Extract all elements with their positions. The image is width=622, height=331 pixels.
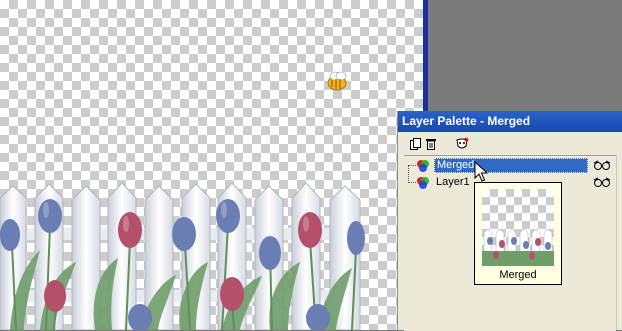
delete-layer-button[interactable] [423, 136, 439, 152]
visibility-toggle-icon[interactable] [593, 160, 611, 172]
layer-name: Merged [434, 158, 588, 173]
new-layer-button[interactable] [408, 136, 424, 152]
mouse-pointer-icon [474, 161, 488, 182]
mask-icon [456, 137, 469, 149]
raster-layer-icon [417, 160, 429, 172]
raster-layer-icon [417, 177, 429, 189]
layer-thumbnail-tooltip: Merged [474, 182, 562, 285]
thumbnail-artwork [482, 228, 554, 266]
palette-title[interactable]: Layer Palette - Merged [398, 111, 622, 132]
fence-tulip-artwork [0, 182, 365, 330]
layer-name: Layer1 [436, 176, 470, 188]
layer-row-merged[interactable]: Merged [404, 158, 616, 174]
palette-scrollbar[interactable] [616, 155, 622, 330]
trash-icon [426, 139, 436, 150]
visibility-toggle-icon[interactable] [593, 177, 611, 189]
layer-thumbnail-image [482, 189, 554, 266]
new-layer-icon [410, 138, 421, 150]
palette-toolbar [398, 133, 622, 155]
thumbnail-caption: Merged [499, 269, 537, 281]
mask-button[interactable] [454, 136, 470, 152]
bee-icon [327, 71, 347, 91]
